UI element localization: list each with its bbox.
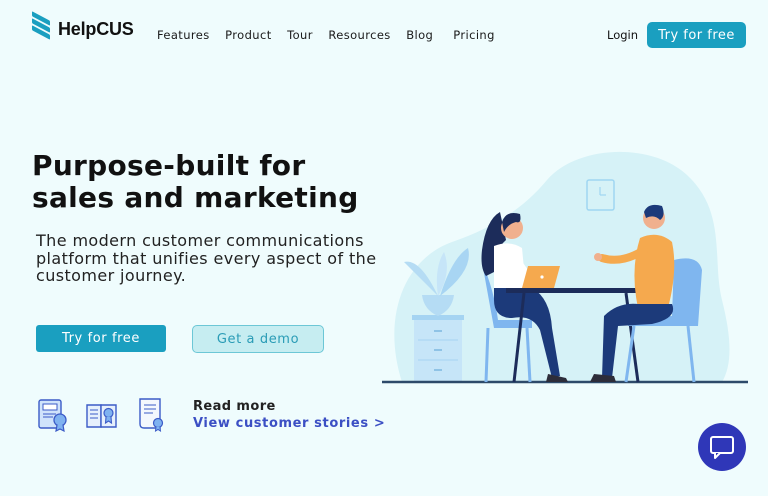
meeting-illustration	[382, 151, 748, 384]
nav-item-blog[interactable]: Blog	[406, 28, 433, 42]
chat-icon	[710, 436, 734, 459]
nav-item-pricing[interactable]: Pricing	[453, 28, 495, 42]
hero-headline: Purpose-built for sales and marketing	[32, 149, 359, 214]
main-menu: Features Product Tour Resources Blog Pri…	[157, 28, 510, 42]
top-navigation: HelpCUS Features Product Tour Resources …	[0, 0, 768, 70]
get-demo-button[interactable]: Get a demo	[192, 325, 324, 353]
brand-logo[interactable]: HelpCUS	[32, 11, 134, 40]
trust-badges	[36, 396, 183, 432]
login-link[interactable]: Login	[607, 28, 638, 42]
customer-stories-link[interactable]: View customer stories >	[193, 416, 385, 431]
nav-try-free-button[interactable]: Try for free	[647, 22, 746, 48]
nav-item-resources[interactable]: Resources	[328, 28, 390, 42]
nav-item-features[interactable]: Features	[157, 28, 210, 42]
seo-certificate-icon	[38, 399, 67, 432]
award-book-icon	[86, 404, 117, 428]
certificate-scroll-icon	[139, 398, 164, 432]
read-more-label: Read more	[193, 399, 276, 414]
brand-name: HelpCUS	[58, 18, 134, 39]
logo-mark-icon	[32, 11, 52, 40]
nav-item-product[interactable]: Product	[225, 28, 271, 42]
nav-item-tour[interactable]: Tour	[287, 28, 313, 42]
hero-subheadline: The modern customer communications platf…	[36, 231, 377, 285]
try-free-button[interactable]: Try for free	[36, 325, 166, 352]
chat-widget-button[interactable]	[698, 423, 746, 471]
